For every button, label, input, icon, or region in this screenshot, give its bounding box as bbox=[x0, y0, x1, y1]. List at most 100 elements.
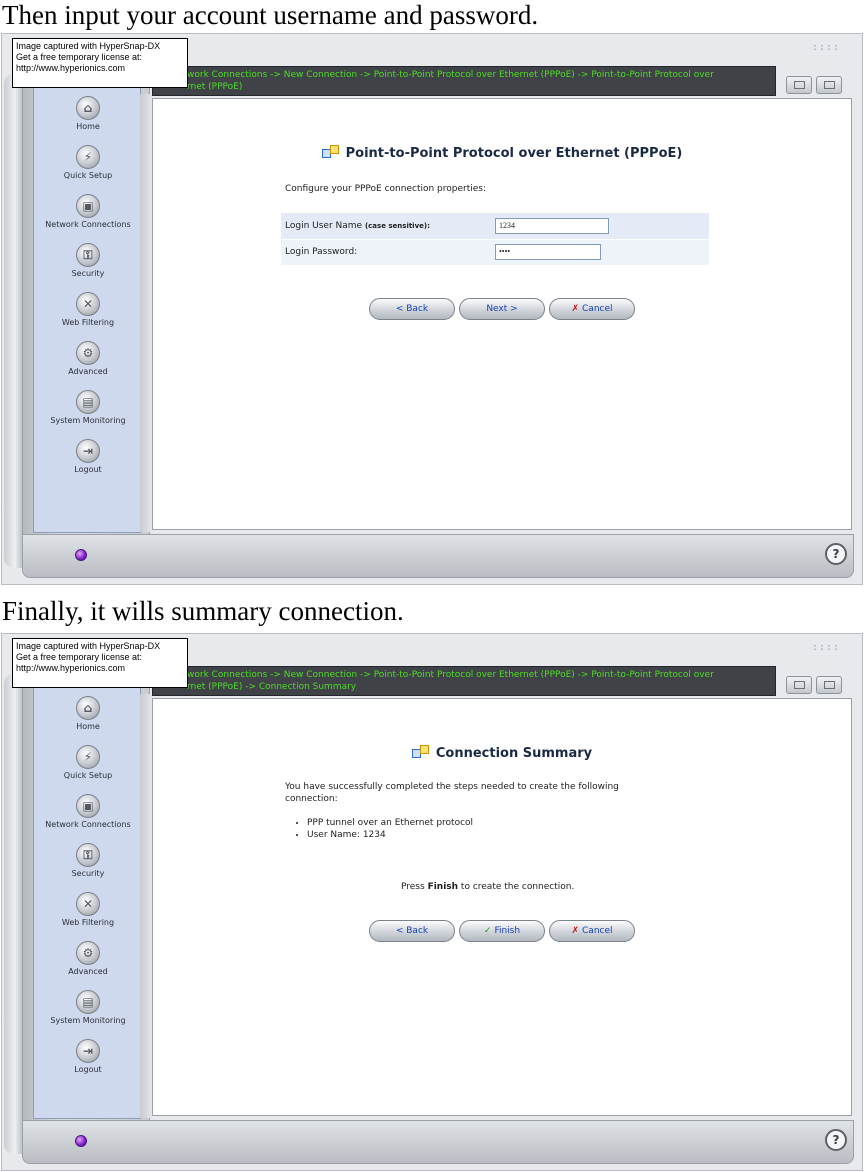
nav-item-home[interactable]: ⌂ Home bbox=[24, 96, 152, 131]
lightning-icon: ⚡ bbox=[76, 145, 100, 169]
logout-icon: ⇥ bbox=[76, 439, 100, 463]
finish-label: Finish bbox=[494, 926, 521, 936]
watermark-line: http://www.hyperionics.com bbox=[16, 663, 126, 673]
sidebar: ⌂ Home ⚡ Quick Setup ▣ Network Connectio… bbox=[22, 638, 150, 1126]
breadcrumb-line: rnet (PPPoE) -> Connection Summary bbox=[187, 682, 357, 692]
screenshot-pppoe-login: ⌂ Home ⚡ Quick Setup ▣ Network Connectio… bbox=[1, 33, 863, 585]
sidebar-nav-panel: ⌂ Home ⚡ Quick Setup ▣ Network Connectio… bbox=[33, 685, 141, 1119]
list-item: PPP tunnel over an Ethernet protocol bbox=[307, 817, 473, 829]
filter-icon: ✕ bbox=[76, 292, 100, 316]
nav-item-network-connections[interactable]: ▣ Network Connections bbox=[24, 194, 152, 229]
page-title-text: Point-to-Point Protocol over Ethernet (P… bbox=[345, 146, 683, 161]
next-button[interactable]: Next > bbox=[459, 298, 545, 320]
nav-item-system-monitoring[interactable]: ▤ System Monitoring bbox=[24, 990, 152, 1025]
nav-label: Security bbox=[71, 269, 105, 278]
caption-step-credentials: Then input your account username and pas… bbox=[2, 0, 539, 30]
nav-item-system-monitoring[interactable]: ▤ System Monitoring bbox=[24, 390, 152, 425]
finish-instruction-text: to create the connection. bbox=[458, 882, 575, 892]
nav-label: Logout bbox=[74, 1065, 102, 1074]
nav-item-security[interactable]: ⚿ Security bbox=[24, 843, 152, 878]
nav-item-logout[interactable]: ⇥ Logout bbox=[24, 439, 152, 474]
help-icon[interactable]: ? bbox=[825, 543, 847, 565]
breadcrumb-line: work Connections -> New Connection -> Po… bbox=[187, 670, 714, 680]
window-frame bbox=[4, 74, 22, 568]
cancel-icon: ✗ bbox=[571, 304, 580, 314]
bottom-bar: ? bbox=[22, 1120, 854, 1164]
monitor-icon: ▤ bbox=[76, 390, 100, 414]
cancel-button[interactable]: ✗ Cancel bbox=[549, 920, 635, 942]
lock-icon: ⚿ bbox=[76, 243, 100, 267]
cancel-label: Cancel bbox=[582, 926, 613, 936]
breadcrumb: work Connections -> New Connection -> Po… bbox=[152, 66, 776, 96]
nav-item-web-filtering[interactable]: ✕ Web Filtering bbox=[24, 892, 152, 927]
finish-button[interactable]: ✓ Finish bbox=[459, 920, 545, 942]
cancel-label: Cancel bbox=[582, 304, 613, 314]
nav-label: Quick Setup bbox=[63, 171, 113, 180]
nav-item-security[interactable]: ⚿ Security bbox=[24, 243, 152, 278]
globe-icon[interactable] bbox=[75, 549, 87, 561]
pppoe-form: Login User Name (case sensitive): 1234 L… bbox=[281, 213, 709, 266]
nav-item-home[interactable]: ⌂ Home bbox=[24, 696, 152, 731]
case-sensitive-note: (case sensitive): bbox=[364, 221, 430, 230]
window-grip[interactable]: :::: bbox=[812, 42, 840, 53]
nav-label: Home bbox=[76, 122, 100, 131]
nav-item-quick-setup[interactable]: ⚡ Quick Setup bbox=[24, 145, 152, 180]
advanced-icon: ⚙ bbox=[76, 941, 100, 965]
toolbar-home-button[interactable] bbox=[786, 76, 812, 94]
summary-intro: You have successfully completed the step… bbox=[285, 781, 619, 805]
globe-icon[interactable] bbox=[75, 1135, 87, 1147]
list-item: User Name: 1234 bbox=[307, 829, 473, 841]
page-title-text: Connection Summary bbox=[435, 746, 593, 761]
watermark-line: Image captured with HyperSnap-DX bbox=[16, 41, 161, 51]
page-title: Connection Summary bbox=[153, 745, 851, 761]
page-title: Point-to-Point Protocol over Ethernet (P… bbox=[153, 145, 851, 161]
summary-list: PPP tunnel over an Ethernet protocol Use… bbox=[273, 817, 473, 841]
nav-item-advanced[interactable]: ⚙ Advanced bbox=[24, 341, 152, 376]
toolbar-home-button[interactable] bbox=[786, 676, 812, 694]
window-grip[interactable]: :::: bbox=[812, 642, 840, 653]
home-icon bbox=[794, 81, 805, 89]
bottom-bar: ? bbox=[22, 534, 854, 578]
nav-item-network-connections[interactable]: ▣ Network Connections bbox=[24, 794, 152, 829]
caption-step-summary: Finally, it wills summary connection. bbox=[2, 596, 404, 626]
username-label-text: Login User Name bbox=[285, 220, 363, 231]
help-icon[interactable]: ? bbox=[825, 1129, 847, 1151]
watermark-line: Image captured with HyperSnap-DX bbox=[16, 641, 161, 651]
nav-label: Web Filtering bbox=[61, 318, 115, 327]
main-content: Connection Summary You have successfully… bbox=[152, 698, 852, 1116]
network-icon: ▣ bbox=[76, 194, 100, 218]
network-icon: ▣ bbox=[76, 794, 100, 818]
nav-label: System Monitoring bbox=[50, 1016, 126, 1025]
back-button[interactable]: < Back bbox=[369, 920, 455, 942]
nav-item-logout[interactable]: ⇥ Logout bbox=[24, 1039, 152, 1074]
advanced-icon: ⚙ bbox=[76, 341, 100, 365]
window-icon bbox=[824, 81, 835, 89]
summary-intro-line: You have successfully completed the step… bbox=[285, 782, 619, 792]
password-input[interactable]: •••• bbox=[495, 244, 601, 260]
cancel-button[interactable]: ✗ Cancel bbox=[549, 298, 635, 320]
screenshot-connection-summary: ⌂ Home ⚡ Quick Setup ▣ Network Connectio… bbox=[1, 633, 863, 1171]
back-button[interactable]: < Back bbox=[369, 298, 455, 320]
sidebar: ⌂ Home ⚡ Quick Setup ▣ Network Connectio… bbox=[22, 38, 150, 540]
toolbar-window-button[interactable] bbox=[816, 76, 842, 94]
nav-label: Network Connections bbox=[45, 220, 131, 229]
watermark: Image captured with HyperSnap-DX Get a f… bbox=[12, 38, 188, 88]
username-label: Login User Name (case sensitive): bbox=[281, 213, 491, 240]
lock-icon: ⚿ bbox=[76, 843, 100, 867]
nav-label: Logout bbox=[74, 465, 102, 474]
toolbar-window-button[interactable] bbox=[816, 676, 842, 694]
form-row-password: Login Password: •••• bbox=[281, 239, 709, 266]
finish-instruction: Press Finish to create the connection. bbox=[401, 881, 574, 893]
username-input[interactable]: 1234 bbox=[495, 217, 609, 234]
watermark-line: Get a free temporary license at: bbox=[16, 52, 143, 62]
nav-item-quick-setup[interactable]: ⚡ Quick Setup bbox=[24, 745, 152, 780]
nav-label: Advanced bbox=[68, 967, 108, 976]
nav-label: Advanced bbox=[68, 367, 108, 376]
breadcrumb: work Connections -> New Connection -> Po… bbox=[152, 666, 776, 696]
connection-icon bbox=[411, 745, 430, 759]
watermark-line: Get a free temporary license at: bbox=[16, 652, 143, 662]
nav-item-web-filtering[interactable]: ✕ Web Filtering bbox=[24, 292, 152, 327]
nav-item-advanced[interactable]: ⚙ Advanced bbox=[24, 941, 152, 976]
finish-instruction-text: Press bbox=[401, 882, 428, 892]
nav-label: Network Connections bbox=[45, 820, 131, 829]
